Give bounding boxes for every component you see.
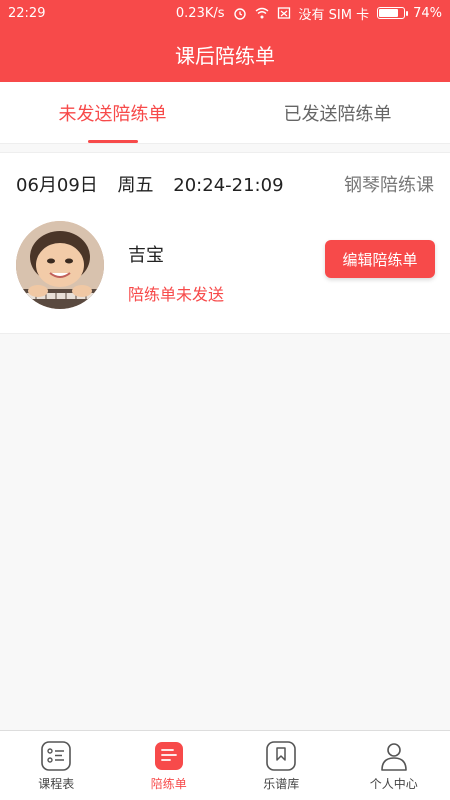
page-title: 课后陪练单 <box>175 43 275 68</box>
edit-practice-button[interactable]: 编辑陪练单 <box>325 240 435 278</box>
nav-profile[interactable]: 个人中心 <box>338 731 450 800</box>
tab-sent[interactable]: 已发送陪练单 <box>225 82 450 143</box>
network-speed: 0.23K/s <box>175 5 225 21</box>
carrier-text: 没有 SIM 卡 <box>298 7 370 23</box>
battery-percent: 74% <box>413 5 442 21</box>
battery-icon <box>377 7 409 19</box>
lesson-datetime: 06月09日 周五 20:24-21:09 <box>16 171 298 197</box>
status-bar: 22:29 0.23K/s 没有 SIM 卡 74% <box>0 0 450 26</box>
status-right: 0.23K/s 没有 SIM 卡 74% <box>176 4 442 23</box>
status-time: 22:29 <box>8 5 46 21</box>
nav-schedule[interactable]: 课程表 <box>0 731 113 800</box>
student-avatar <box>16 221 104 309</box>
nav-schedule-label: 课程表 <box>38 776 75 791</box>
profile-icon <box>380 742 407 771</box>
nav-practice-list[interactable]: 陪练单 <box>113 731 226 800</box>
lesson-time: 20:24-21:09 <box>173 175 284 196</box>
tab-bar: 未发送陪练单 已发送陪练单 <box>0 82 450 144</box>
schedule-icon <box>41 740 72 771</box>
card-header: 06月09日 周五 20:24-21:09 钢琴陪练课 <box>16 171 434 197</box>
nav-score-library[interactable]: 乐谱库 <box>225 731 338 800</box>
nav-practice-list-label: 陪练单 <box>150 776 187 791</box>
lesson-weekday: 周五 <box>117 175 154 196</box>
practice-list-icon <box>154 741 183 770</box>
bottom-nav: 课程表 陪练单 乐谱库 个人中心 <box>0 730 450 800</box>
lesson-date: 06月09日 <box>16 175 98 196</box>
nav-score-library-label: 乐谱库 <box>263 776 300 791</box>
alarm-icon <box>233 8 246 20</box>
no-sim-icon <box>277 7 290 19</box>
wifi-icon <box>255 7 268 19</box>
nav-profile-label: 个人中心 <box>369 776 418 791</box>
practice-card[interactable]: 06月09日 周五 20:24-21:09 钢琴陪练课 吉宝 陪练单未发送 编辑… <box>0 152 450 334</box>
score-library-icon <box>266 740 297 771</box>
title-bar: 课后陪练单 <box>0 26 450 82</box>
avatar-photo <box>16 221 104 309</box>
send-status: 陪练单未发送 <box>128 285 225 304</box>
student-name: 吉宝 <box>128 245 164 266</box>
course-name: 钢琴陪练课 <box>344 175 434 196</box>
tab-unsent[interactable]: 未发送陪练单 <box>0 82 225 143</box>
